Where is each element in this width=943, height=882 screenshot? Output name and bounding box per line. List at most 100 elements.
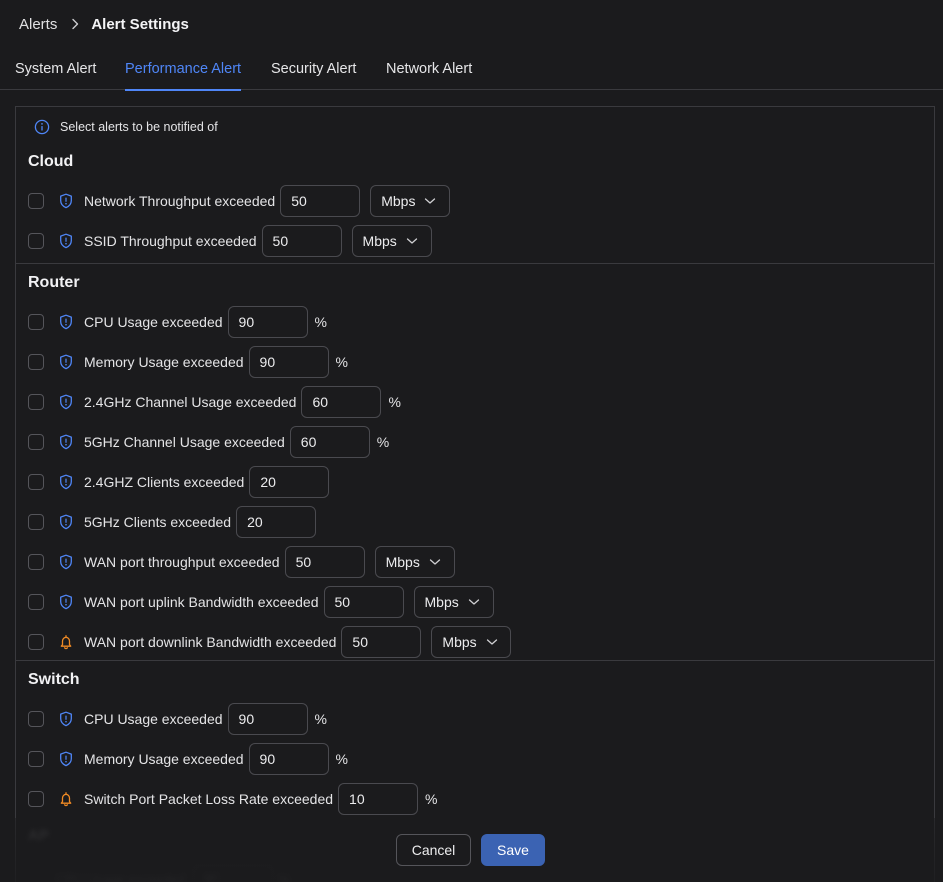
section-title-cloud: Cloud [28, 153, 74, 170]
enable-checkbox-router-memory-usage-exceeded[interactable] [28, 354, 44, 370]
threshold-input-router-wan-port-uplink-bandwidth-exceeded[interactable] [323, 586, 404, 618]
shield-alert-icon [58, 553, 74, 571]
alert-label: Memory Usage exceeded [84, 751, 244, 767]
alert-label: 2.4GHz Channel Usage exceeded [84, 394, 297, 410]
page-title: Alert Settings [91, 15, 189, 33]
enable-checkbox-router-5ghz-channel-usage-exceeded[interactable] [28, 434, 44, 450]
tab-system-alert[interactable]: System Alert [15, 50, 96, 90]
alert-label: Network Throughput exceeded [84, 193, 276, 209]
alert-row-switch-memory-usage-exceeded: Memory Usage exceeded% [28, 743, 348, 775]
unit-select-value: Mbps [362, 233, 397, 249]
alert-row-router-2-4ghz-channel-usage-exceeded: 2.4GHz Channel Usage exceeded% [28, 386, 401, 418]
shield-alert-icon [58, 192, 74, 210]
enable-checkbox-switch-switch-port-packet-loss-rate-exceeded[interactable] [28, 791, 44, 807]
enable-checkbox-router-wan-port-throughput-exceeded[interactable] [28, 554, 44, 570]
alert-label: 5GHz Channel Usage exceeded [84, 434, 285, 450]
alert-settings-page: Alerts Alert Settings System Alert Perfo… [0, 0, 943, 882]
section-router: Router CPU Usage exceeded% Memory Usage ex… [16, 263, 934, 660]
unit-select-value: Mbps [442, 634, 477, 650]
threshold-input-router-wan-port-throughput-exceeded[interactable] [284, 546, 365, 578]
alert-settings-panel: Select alerts to be notified of Cloud Net… [15, 106, 935, 882]
unit-label: % [376, 434, 390, 450]
alert-row-switch-switch-port-packet-loss-rate-exceeded: Switch Port Packet Loss Rate exceeded% [28, 783, 437, 815]
threshold-input-switch-cpu-usage-exceeded[interactable] [227, 703, 308, 735]
threshold-input-cloud-network-throughput-exceeded[interactable] [280, 185, 361, 217]
enable-checkbox-router-2-4ghz-channel-usage-exceeded[interactable] [28, 394, 44, 410]
alert-label: WAN port throughput exceeded [84, 554, 280, 570]
shield-alert-icon [58, 313, 74, 331]
alert-row-router-5ghz-clients-exceeded: 5GHz Clients exceeded [28, 506, 317, 538]
enable-checkbox-switch-cpu-usage-exceeded[interactable] [28, 711, 44, 727]
alert-label: SSID Throughput exceeded [84, 233, 257, 249]
enable-checkbox-router-2-4ghz-clients-exceeded[interactable] [28, 474, 44, 490]
chevron-down-icon [429, 558, 441, 566]
threshold-input-router-memory-usage-exceeded[interactable] [248, 346, 329, 378]
threshold-input-cloud-ssid-throughput-exceeded[interactable] [261, 225, 342, 257]
info-text: Select alerts to be notified of [60, 120, 218, 134]
unit-select-value: Mbps [385, 554, 420, 570]
tab-performance-alert[interactable]: Performance Alert [125, 50, 242, 91]
enable-checkbox-router-wan-port-downlink-bandwidth-exceeded[interactable] [28, 634, 44, 650]
unit-label: % [335, 354, 348, 370]
chevron-right-icon [71, 18, 79, 30]
threshold-input-router-2-4ghz-clients-exceeded[interactable] [249, 466, 330, 498]
chevron-down-icon [406, 237, 418, 245]
threshold-input-router-cpu-usage-exceeded[interactable] [227, 306, 308, 338]
alert-label: Memory Usage exceeded [84, 354, 244, 370]
shield-alert-icon [58, 433, 74, 451]
threshold-input-router-5ghz-channel-usage-exceeded[interactable] [289, 426, 370, 458]
alert-row-switch-cpu-usage-exceeded: CPU Usage exceeded% [28, 703, 327, 735]
cancel-button[interactable]: Cancel [396, 834, 471, 866]
shield-alert-icon [58, 473, 74, 491]
section-title-switch: Switch [28, 671, 80, 688]
unit-select-cloud-network-throughput-exceeded[interactable]: Mbps [370, 185, 451, 217]
chevron-down-icon [486, 638, 498, 646]
alert-row-router-wan-port-downlink-bandwidth-exceeded: WAN port downlink Bandwidth exceeded Mbps [28, 626, 512, 658]
shield-alert-icon [58, 593, 74, 611]
enable-checkbox-router-cpu-usage-exceeded[interactable] [28, 314, 44, 330]
unit-select-value: Mbps [424, 594, 459, 610]
footer-actions: Cancel Save [0, 818, 943, 882]
unit-select-router-wan-port-uplink-bandwidth-exceeded[interactable]: Mbps [413, 586, 494, 618]
unit-select-value: Mbps [381, 193, 416, 209]
tab-security-alert[interactable]: Security Alert [271, 50, 356, 90]
unit-select-router-wan-port-throughput-exceeded[interactable]: Mbps [374, 546, 455, 578]
alert-label: WAN port uplink Bandwidth exceeded [84, 594, 319, 610]
unit-select-router-wan-port-downlink-bandwidth-exceeded[interactable]: Mbps [431, 626, 512, 658]
breadcrumb-alerts-link[interactable]: Alerts [19, 16, 57, 33]
enable-checkbox-switch-memory-usage-exceeded[interactable] [28, 751, 44, 767]
alert-row-router-5ghz-channel-usage-exceeded: 5GHz Channel Usage exceeded% [28, 426, 389, 458]
alert-label: CPU Usage exceeded [84, 711, 223, 727]
threshold-input-router-wan-port-downlink-bandwidth-exceeded[interactable] [341, 626, 422, 658]
shield-alert-icon [58, 710, 74, 728]
enable-checkbox-router-5ghz-clients-exceeded[interactable] [28, 514, 44, 530]
breadcrumb: Alerts Alert Settings [19, 12, 189, 36]
shield-alert-icon [58, 750, 74, 768]
shield-alert-icon [58, 513, 74, 531]
section-switch: SwitchCPU Usage exceeded%Memory Usage ex… [16, 660, 934, 820]
threshold-input-router-5ghz-clients-exceeded[interactable] [236, 506, 317, 538]
unit-select-cloud-ssid-throughput-exceeded[interactable]: Mbps [351, 225, 432, 257]
threshold-input-router-2-4ghz-channel-usage-exceeded[interactable] [301, 386, 382, 418]
alert-label: CPU Usage exceeded [84, 314, 223, 330]
save-button[interactable]: Save [481, 834, 545, 866]
unit-label: % [314, 314, 327, 330]
alert-type-tabs: System Alert Performance Alert Security … [0, 50, 943, 91]
section-cloud: Cloud Network Throughput exceeded Mbps SSID… [16, 143, 934, 263]
chevron-down-icon [424, 197, 436, 205]
bell-icon [58, 790, 74, 808]
threshold-input-switch-switch-port-packet-loss-rate-exceeded[interactable] [338, 783, 419, 815]
unit-label: % [335, 751, 348, 767]
tab-network-alert[interactable]: Network Alert [386, 50, 472, 90]
threshold-input-switch-memory-usage-exceeded[interactable] [248, 743, 329, 775]
unit-label: % [314, 711, 327, 727]
enable-checkbox-router-wan-port-uplink-bandwidth-exceeded[interactable] [28, 594, 44, 610]
alert-row-router-wan-port-uplink-bandwidth-exceeded: WAN port uplink Bandwidth exceeded Mbps [28, 586, 494, 618]
shield-alert-icon [58, 393, 74, 411]
info-circle-icon [34, 119, 60, 135]
section-title-router: Router [28, 274, 80, 291]
enable-checkbox-cloud-ssid-throughput-exceeded[interactable] [28, 233, 44, 249]
alert-label: 5GHz Clients exceeded [84, 514, 232, 530]
alert-row-router-cpu-usage-exceeded: CPU Usage exceeded% [28, 306, 327, 338]
enable-checkbox-cloud-network-throughput-exceeded[interactable] [28, 193, 44, 209]
